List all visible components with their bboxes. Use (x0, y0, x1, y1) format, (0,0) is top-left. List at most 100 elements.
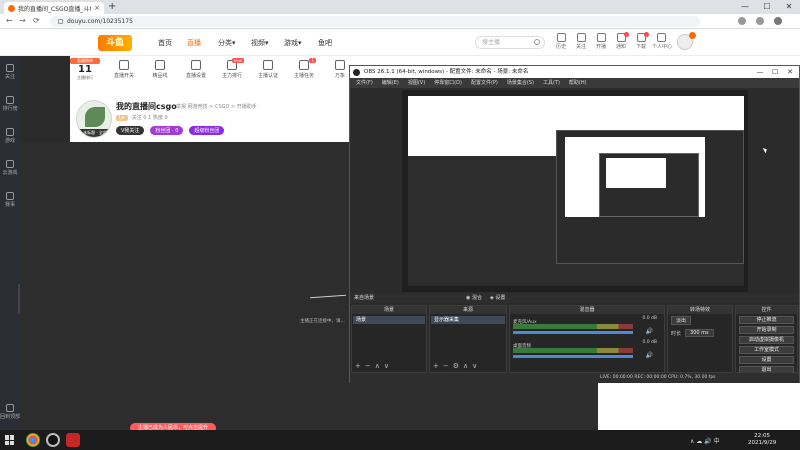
tool-tasks[interactable]: 1 主播任务 (288, 58, 320, 79)
maximize-button[interactable]: ☐ (757, 0, 777, 14)
avatar-image (85, 107, 105, 127)
source-item[interactable]: 显示器采集 (431, 316, 505, 324)
source-up-button[interactable]: ∧ (463, 362, 468, 370)
obs-maximize-button[interactable]: ☐ (768, 66, 782, 78)
nav-home[interactable]: 首页 (158, 38, 172, 48)
volume-slider[interactable] (513, 331, 633, 334)
source-down-button[interactable]: ∨ (472, 362, 477, 370)
remove-source-button[interactable]: − (443, 362, 449, 370)
move-up-button[interactable]: ∧ (375, 362, 380, 370)
tool-settings[interactable]: 直播设置 (180, 60, 212, 79)
speaker-icon[interactable]: 🔊 (646, 352, 653, 359)
menu-tools[interactable]: 工具(T) (543, 78, 560, 88)
tool-verify[interactable]: 主播认证 (252, 60, 284, 79)
close-window-button[interactable]: ✕ (779, 0, 799, 14)
gamepad-icon (6, 128, 14, 136)
address-bar[interactable]: douyu.com/10235175 (50, 16, 700, 27)
nav-game[interactable]: 游戏▾ (284, 38, 302, 48)
nav-category[interactable]: 分类▾ (218, 38, 236, 48)
user-avatar[interactable] (677, 32, 696, 50)
browser-tab[interactable]: 我的直播间_CSGO直播_斗鱼直播 × (4, 2, 104, 14)
sidebar-item-follow[interactable]: 关注 (0, 64, 20, 80)
duration-input[interactable]: 300 ms (685, 329, 714, 337)
broadcast-button[interactable]: 开播 (592, 33, 610, 50)
tab-close-icon[interactable]: × (94, 4, 100, 12)
clock-icon (335, 60, 345, 70)
douyu-logo[interactable]: 斗鱼 (98, 35, 132, 51)
user-icon (656, 33, 666, 42)
nav-fishbar[interactable]: 鱼吧 (318, 38, 332, 48)
user-center-button[interactable]: 个人中心 (652, 33, 672, 50)
sidebar-item-top[interactable]: 回到顶部 (0, 404, 20, 420)
profile-icon[interactable] (756, 17, 764, 25)
sidebar-item-game[interactable]: 游戏 (0, 128, 20, 144)
search-icon[interactable] (534, 39, 540, 45)
menu-profile[interactable]: 配置文件(P) (471, 78, 498, 88)
system-tray[interactable]: ∧ ☁ 🔊 中 (690, 436, 720, 445)
trophy-icon (6, 192, 14, 200)
chrome-icon[interactable] (26, 433, 40, 447)
scene-settings-button[interactable]: ◈ 设置 (490, 293, 505, 303)
stop-streaming-button[interactable]: 停止推流 (739, 316, 794, 324)
sidebar-item-cloud-game[interactable]: 云游戏 (0, 160, 20, 176)
windows-start-icon[interactable] (5, 435, 15, 445)
add-scene-button[interactable]: + (355, 362, 361, 370)
menu-docks[interactable]: 停靠窗口(D) (434, 78, 462, 88)
forward-button[interactable]: → (19, 16, 26, 25)
add-source-button[interactable]: + (433, 362, 439, 370)
sidebar-label: 赛事 (4, 202, 15, 208)
mix-button[interactable]: ◉ 混合 (466, 293, 482, 303)
menu-view[interactable]: 视图(V) (408, 78, 425, 88)
volume-slider[interactable] (513, 355, 633, 358)
reload-button[interactable]: ⟳ (33, 16, 40, 25)
history-button[interactable]: 历史 (552, 33, 570, 50)
obs-close-button[interactable]: ✕ (783, 66, 797, 78)
notification-button[interactable]: 通知 (612, 32, 630, 50)
room-category[interactable]: 举报 网游竞技 > CSGO > 开播助手 (176, 103, 257, 110)
sidebar-item-events[interactable]: 赛事 (0, 192, 20, 208)
obs-icon[interactable] (46, 433, 60, 447)
obs-minimize-button[interactable]: — (753, 66, 767, 78)
obs-preview[interactable] (402, 90, 748, 292)
broadcast-label: 开播 (595, 44, 606, 50)
menu-help[interactable]: 帮助(H) (569, 78, 587, 88)
settings-button[interactable]: 设置 (739, 356, 794, 364)
start-recording-button[interactable]: 开始录制 (739, 326, 794, 334)
room-avatar[interactable]: 未标题 · 全部 (76, 100, 112, 138)
tool-live-switch[interactable]: 直播开关 (108, 60, 140, 79)
menu-edit[interactable]: 编辑(E) (382, 78, 399, 88)
extension-icon[interactable] (738, 17, 746, 25)
notification-badge (624, 32, 629, 37)
channel-db: 0.0 dB (642, 340, 657, 345)
history-label: 历史 (555, 44, 566, 50)
fan-club-pill[interactable]: 粉丝团 · 0 (150, 126, 184, 135)
app-icon[interactable] (66, 433, 80, 447)
menu-scene-collection[interactable]: 场景集合(S) (507, 78, 534, 88)
nav-live[interactable]: 直播 (187, 38, 201, 48)
obs-logo-icon (353, 69, 360, 76)
back-button[interactable]: ← (6, 16, 13, 25)
speaker-icon[interactable]: 🔊 (646, 328, 653, 335)
follow-pill[interactable]: V我关注 (116, 126, 145, 135)
new-tab-button[interactable]: + (108, 1, 116, 12)
tool-quality[interactable]: 精品线 (144, 60, 176, 79)
follow-button[interactable]: 关注 (572, 33, 590, 50)
scene-item[interactable]: 场景 (353, 316, 425, 324)
remove-scene-button[interactable]: − (365, 362, 371, 370)
nav-video[interactable]: 视频▾ (251, 38, 269, 48)
sidebar-item-rank[interactable]: 排行榜 (0, 96, 20, 112)
search-input[interactable]: 搜主播 (475, 36, 545, 49)
source-settings-button[interactable]: ⚙ (453, 362, 459, 370)
taskbar-clock[interactable]: 22:05 2021/9/29 (748, 433, 776, 447)
preview-nested-obs-2 (599, 153, 699, 217)
minimize-button[interactable]: — (735, 0, 755, 14)
transition-select[interactable]: 淡出 (671, 316, 692, 325)
super-fan-pill[interactable]: 超级粉丝团 (189, 126, 225, 135)
studio-mode-button[interactable]: 工作室模式 (739, 346, 794, 354)
menu-icon[interactable] (774, 17, 782, 25)
virtual-camera-button[interactable]: 启动虚拟摄像机 (739, 336, 794, 344)
move-down-button[interactable]: ∨ (384, 362, 389, 370)
menu-file[interactable]: 文件(F) (356, 78, 373, 88)
tool-rank[interactable]: new 主力排行 (216, 58, 248, 79)
download-button[interactable]: 下载 (632, 32, 650, 50)
